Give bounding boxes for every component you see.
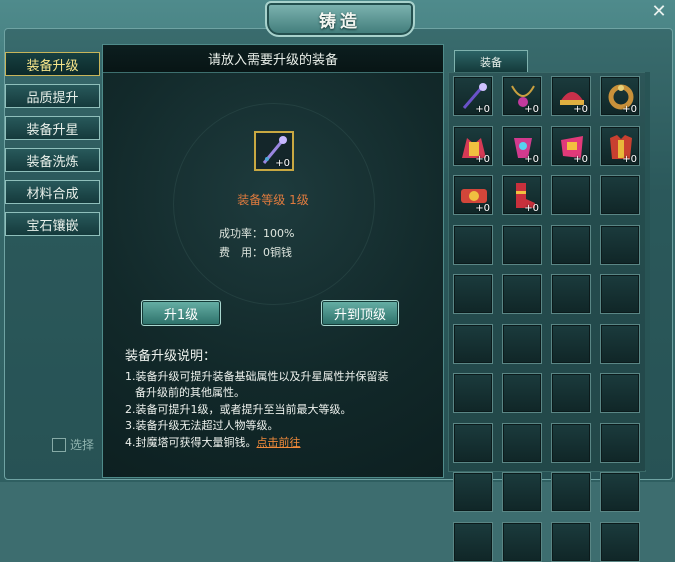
inventory-slot-empty[interactable] <box>600 175 640 215</box>
slot-count: +0 <box>475 153 490 165</box>
inventory-slot[interactable]: +0 <box>551 125 591 166</box>
slot-count: +0 <box>573 104 588 115</box>
inventory-slot[interactable]: +0 <box>502 175 542 215</box>
tab-equipment[interactable]: 装备 <box>454 50 528 72</box>
inventory-slot-empty[interactable] <box>502 422 542 463</box>
inventory-slot-empty[interactable] <box>453 373 493 413</box>
inventory-slot-empty[interactable] <box>502 274 542 314</box>
inventory-slot-empty[interactable] <box>453 521 493 562</box>
upgrade-one-level-button[interactable]: 升1级 <box>141 300 221 326</box>
close-button[interactable]: ✕ <box>649 2 669 22</box>
slot-count: +0 <box>475 104 490 115</box>
equipment-slot[interactable]: +0 <box>254 131 294 171</box>
inventory-slot-empty[interactable] <box>453 472 493 512</box>
title-plate: 铸造 <box>265 1 415 37</box>
tab-equipment-upgrade[interactable]: 装备升级 <box>5 52 100 76</box>
panel-header: 请放入需要升级的装备 <box>103 45 443 73</box>
tab-label: 装备升星 <box>26 122 79 138</box>
inventory-slot-empty[interactable] <box>502 373 542 413</box>
tab-label: 装备洗炼 <box>26 154 79 170</box>
tab-gem-inlay[interactable]: 宝石镶嵌 <box>5 212 100 236</box>
window-title: 铸造 <box>319 11 361 32</box>
inventory-slot-empty[interactable] <box>453 224 493 265</box>
inventory-slot-empty[interactable] <box>600 224 640 265</box>
panel-header-text: 请放入需要升级的装备 <box>207 53 338 68</box>
tab-star-upgrade[interactable]: 装备升星 <box>5 116 100 140</box>
inventory-slot-empty[interactable] <box>502 472 542 512</box>
inventory-slot-empty[interactable] <box>551 274 591 314</box>
select-checkbox[interactable] <box>52 437 66 452</box>
tab-quality-upgrade[interactable]: 品质提升 <box>5 84 100 108</box>
upgrade-panel: 请放入需要升级的装备 +0 装备等级 1级 成功率：100% 费 用：0铜钱 升… <box>102 44 444 478</box>
slot-count: +0 <box>475 203 490 214</box>
inventory-slot-empty[interactable] <box>551 224 591 265</box>
select-label: 选择 <box>70 438 95 452</box>
inventory-slot[interactable]: +0 <box>502 125 542 166</box>
inventory-slot[interactable]: +0 <box>453 125 493 166</box>
upgrade-description: 装备升级说明： 1.装备升级可提升装备基础属性以及升星属性并保留装 备升级前的其… <box>125 349 430 451</box>
forge-window: 铸造 ✕ 装备升级 品质提升 装备升星 装备洗炼 材料合成 宝石镶嵌 选择 请放… <box>0 0 675 562</box>
inventory-slot-empty[interactable] <box>551 472 591 512</box>
inventory-slot[interactable]: +0 <box>502 76 542 116</box>
tab-label: 宝石镶嵌 <box>26 218 79 234</box>
description-line: 3.装备升级无法超过人物等级。 <box>125 419 279 432</box>
upgrade-to-max-button[interactable]: 升到顶级 <box>321 300 399 326</box>
inventory-slot-empty[interactable] <box>600 472 640 512</box>
slot-count: +0 <box>524 104 539 115</box>
inventory-slot-empty[interactable] <box>551 175 591 215</box>
success-rate: 成功率：100% <box>219 227 295 240</box>
inventory-slot-empty[interactable] <box>502 224 542 265</box>
inventory-slot[interactable]: +0 <box>600 125 640 166</box>
slot-count: +0 <box>573 153 588 165</box>
tab-refine[interactable]: 装备洗炼 <box>5 148 100 172</box>
tab-label: 材料合成 <box>26 186 79 202</box>
description-line: 1.装备升级可提升装备基础属性以及升星属性并保留装 <box>125 369 389 383</box>
description-text: 4.封魔塔可获得大量铜钱。 <box>125 435 257 449</box>
slot-count: +0 <box>622 104 637 115</box>
inventory-slot[interactable]: +0 <box>551 76 591 116</box>
equipment-level: 装备等级 1级 <box>237 193 309 207</box>
inventory-slot-empty[interactable] <box>551 422 591 463</box>
description-title: 装备升级说明： <box>125 349 217 364</box>
inventory-scrollbar[interactable] <box>645 72 650 470</box>
inventory-slot-empty[interactable] <box>600 274 640 314</box>
inventory-slot[interactable]: +0 <box>453 76 493 116</box>
slot-count: +0 <box>524 203 539 214</box>
inventory-grid: +0 +0 +0 +0 +0 +0 +0 +0 +0 +0 <box>453 76 640 562</box>
tab-label: 品质提升 <box>26 90 79 106</box>
slot-count: +0 <box>622 153 637 165</box>
inventory-slot-empty[interactable] <box>551 373 591 413</box>
select-option[interactable]: 选择 <box>52 436 94 453</box>
inventory-slot-empty[interactable] <box>502 521 542 562</box>
inventory-slot-empty[interactable] <box>600 521 640 562</box>
inventory-slot-empty[interactable] <box>600 422 640 463</box>
description-line: 备升级前的其他属性。 <box>135 386 245 399</box>
tab-label: 装备 <box>480 55 502 69</box>
inventory-slot-empty[interactable] <box>600 373 640 413</box>
inventory-slot-empty[interactable] <box>453 422 493 463</box>
description-line-with-link: 4.封魔塔可获得大量铜钱。点击前往 <box>125 435 430 452</box>
tab-label: 装备升级 <box>26 58 79 74</box>
inventory-slot-empty[interactable] <box>453 323 493 364</box>
inventory-slot-empty[interactable] <box>551 323 591 364</box>
inventory-slot[interactable]: +0 <box>453 175 493 215</box>
tab-material-synthesis[interactable]: 材料合成 <box>5 180 100 204</box>
goto-link[interactable]: 点击前往 <box>257 436 301 449</box>
upgrade-cost: 费 用：0铜钱 <box>219 246 292 259</box>
inventory-slot-empty[interactable] <box>600 323 640 364</box>
inventory-slot-empty[interactable] <box>551 521 591 562</box>
description-line: 2.装备可提升1级，或者提升至当前最大等级。 <box>125 402 352 416</box>
inventory-slot-empty[interactable] <box>453 274 493 314</box>
inventory-slot[interactable]: +0 <box>600 76 640 116</box>
inventory-slot-empty[interactable] <box>502 323 542 364</box>
slot-count: +0 <box>524 153 539 165</box>
slot-count: +0 <box>275 158 290 169</box>
